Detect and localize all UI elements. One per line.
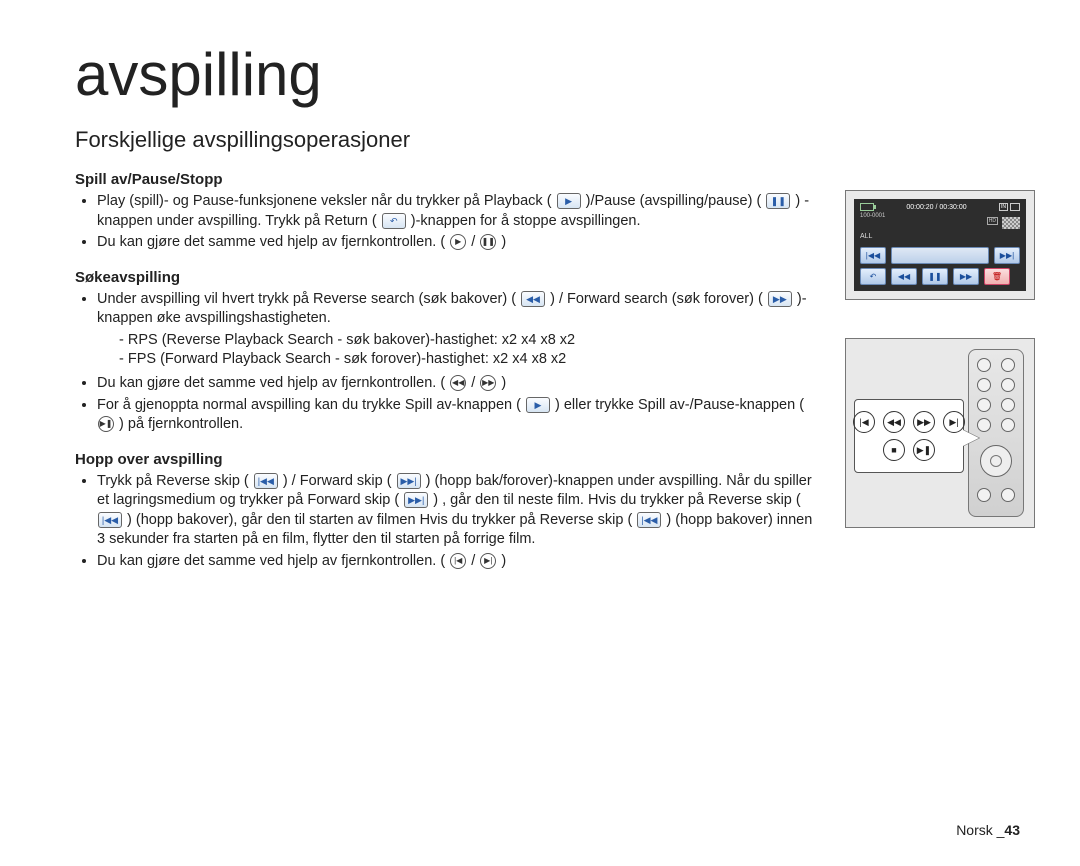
lcd-topbar: 00:00:20 / 00:30:00 IN xyxy=(860,203,1020,211)
remote-btn-9[interactable] xyxy=(977,488,991,502)
thumbnail-icon xyxy=(1002,217,1020,229)
callout-fwd-search-icon: ▶▶ xyxy=(913,411,935,433)
pause-icon: ❚❚ xyxy=(766,193,790,209)
lcd-progress-bar[interactable] xyxy=(891,247,989,264)
callout-rev-search-icon: ◀◀ xyxy=(883,411,905,433)
manual-page: avspilling Forskjellige avspillingsopera… xyxy=(0,0,1080,866)
lcd-rev-search-button[interactable]: ◀◀ xyxy=(891,268,917,285)
callout-fwd-skip-icon: ▶| xyxy=(943,411,965,433)
page-footer: Norsk _43 xyxy=(956,822,1020,838)
heading-skip: Hopp over avspilling xyxy=(75,451,815,468)
remote-callout: |◀ ◀◀ ▶▶ ▶| ■ ▶❚ xyxy=(854,399,964,473)
play-bullets: Play (spill)- og Pause-funksjonene veksl… xyxy=(75,192,815,253)
lcd-rev-skip-button[interactable]: |◀◀ xyxy=(860,247,886,264)
callout-playpause-icon: ▶❚ xyxy=(913,439,935,461)
content-column: Spill av/Pause/Stopp Play (spill)- og Pa… xyxy=(75,171,815,571)
lcd-counter: 100-0001 xyxy=(860,213,885,219)
remote-btn-8[interactable] xyxy=(1001,418,1015,432)
heading-play-pause-stop: Spill av/Pause/Stopp xyxy=(75,171,815,188)
forward-skip-icon-2: ▶▶| xyxy=(404,492,428,508)
figure-remote: |◀ ◀◀ ▶▶ ▶| ■ ▶❚ xyxy=(845,338,1035,528)
remote-btn-4[interactable] xyxy=(1001,378,1015,392)
play-bullet-2: Du kan gjøre det samme ved hjelp av fjer… xyxy=(97,233,815,253)
callout-row-2: ■ ▶❚ xyxy=(883,439,935,461)
remote-btn-2[interactable] xyxy=(1001,358,1015,372)
fps-line: FPS (Forward Playback Search - søk forov… xyxy=(119,350,815,370)
hd-badge-icon: HD xyxy=(987,217,998,225)
callout-rev-skip-icon: |◀ xyxy=(853,411,875,433)
remote-fwd-search-icon: ▶▶ xyxy=(480,375,496,391)
lcd-all-label: ALL xyxy=(860,233,872,240)
remote-playpause-icon: ▶❚ xyxy=(98,416,114,432)
lcd-pause-button[interactable]: ❚❚ xyxy=(922,268,948,285)
search-bullet-2: Du kan gjøre det samme ved hjelp av fjer… xyxy=(97,374,815,394)
card-icon xyxy=(1010,203,1020,211)
in-badge-icon: IN xyxy=(999,203,1008,211)
remote-play-icon: ▶ xyxy=(450,234,466,250)
footer-lang: Norsk _ xyxy=(956,822,1004,838)
remote-rev-skip-icon: |◀ xyxy=(450,553,466,569)
lcd-delete-button[interactable]: 🗑 xyxy=(984,268,1010,285)
remote-btn-6[interactable] xyxy=(1001,398,1015,412)
remote-btn-3[interactable] xyxy=(977,378,991,392)
forward-search-icon: ▶▶ xyxy=(768,291,792,307)
lcd-fwd-skip-button[interactable]: ▶▶| xyxy=(994,247,1020,264)
remote-rev-search-icon: ◀◀ xyxy=(450,375,466,391)
lcd-timecode: 00:00:20 / 00:30:00 xyxy=(906,204,966,211)
lcd-row-1: |◀◀ ▶▶| xyxy=(860,247,1020,264)
forward-skip-icon: ▶▶| xyxy=(397,473,421,489)
play-icon: ▶ xyxy=(557,193,581,209)
callout-row-1: |◀ ◀◀ ▶▶ ▶| xyxy=(853,411,965,433)
callout-stop-icon: ■ xyxy=(883,439,905,461)
lcd-fwd-search-button[interactable]: ▶▶ xyxy=(953,268,979,285)
reverse-skip-icon-2: |◀◀ xyxy=(98,512,122,528)
skip-bullet-2: Du kan gjøre det samme ved hjelp av fjer… xyxy=(97,552,815,572)
lcd-status-icons: IN xyxy=(999,203,1020,211)
page-title: avspilling xyxy=(75,40,1020,109)
skip-bullet-1: Trykk på Reverse skip ( |◀◀ ) / Forward … xyxy=(97,472,815,550)
battery-icon xyxy=(860,203,874,211)
remote-btn-7[interactable] xyxy=(977,418,991,432)
section-title: Forskjellige avspillingsoperasjoner xyxy=(75,127,1020,153)
reverse-search-icon: ◀◀ xyxy=(521,291,545,307)
remote-fwd-skip-icon: ▶| xyxy=(480,553,496,569)
reverse-skip-icon-3: |◀◀ xyxy=(637,512,661,528)
skip-bullets: Trykk på Reverse skip ( |◀◀ ) / Forward … xyxy=(75,472,815,572)
play-bullet-1: Play (spill)- og Pause-funksjonene veksl… xyxy=(97,192,815,231)
reverse-skip-icon: |◀◀ xyxy=(254,473,278,489)
search-dashes: RPS (Reverse Playback Search - søk bakov… xyxy=(97,331,815,370)
search-bullet-3: For å gjenoppta normal avspilling kan du… xyxy=(97,396,815,435)
lcd-row-2: ↶ ◀◀ ❚❚ ▶▶ 🗑 xyxy=(860,268,1020,285)
play-icon-2: ▶ xyxy=(526,397,550,413)
remote-btn-5[interactable] xyxy=(977,398,991,412)
lcd-return-button[interactable]: ↶ xyxy=(860,268,886,285)
remote-btn-10[interactable] xyxy=(1001,488,1015,502)
remote-pause-icon: ❚❚ xyxy=(480,234,496,250)
heading-search: Søkeavspilling xyxy=(75,269,815,286)
rps-line: RPS (Reverse Playback Search - søk bakov… xyxy=(119,331,815,351)
remote-btn-1[interactable] xyxy=(977,358,991,372)
figure-lcd-screen: 00:00:20 / 00:30:00 IN 100-0001 HD ALL |… xyxy=(845,190,1035,300)
search-bullet-1: Under avspilling vil hvert trykk på Reve… xyxy=(97,290,815,370)
remote-dpad[interactable] xyxy=(980,445,1012,477)
return-icon: ↶ xyxy=(382,213,406,229)
lcd: 00:00:20 / 00:30:00 IN 100-0001 HD ALL |… xyxy=(854,199,1026,291)
footer-page-number: 43 xyxy=(1004,822,1020,838)
search-bullets: Under avspilling vil hvert trykk på Reve… xyxy=(75,290,815,435)
